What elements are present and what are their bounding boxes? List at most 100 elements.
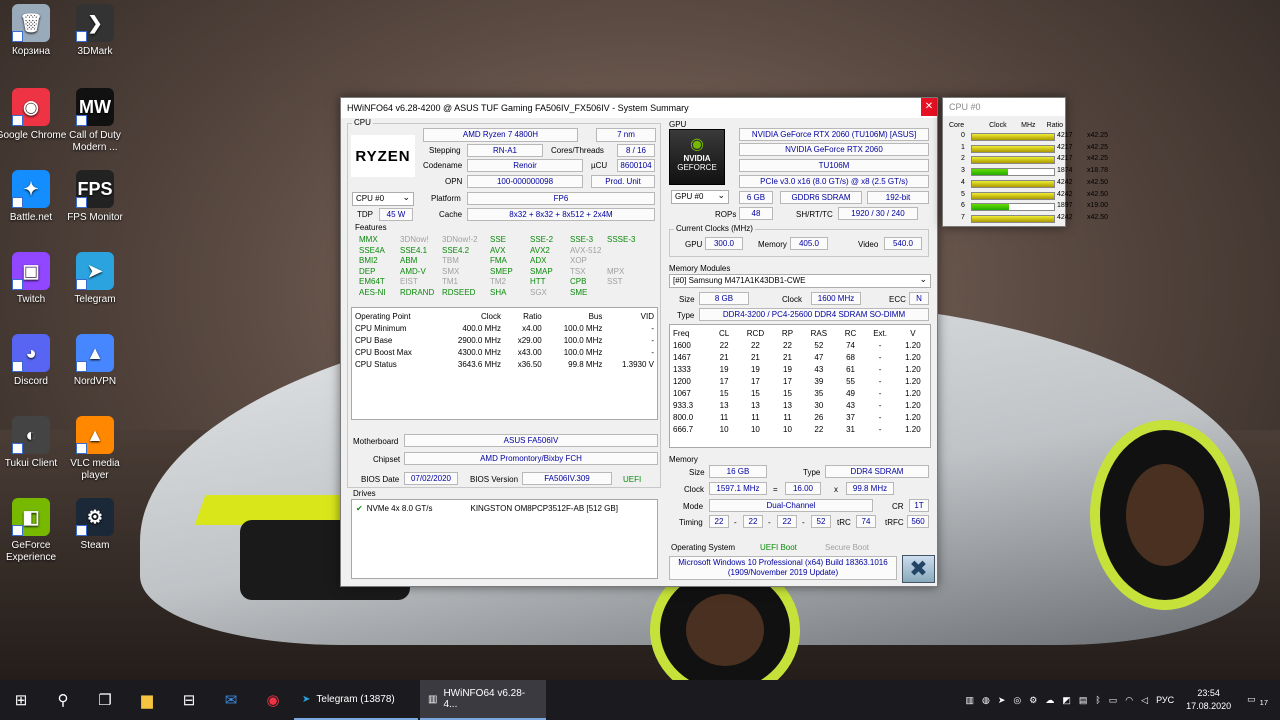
table-cell: 19 — [783, 364, 792, 374]
bluetooth-icon[interactable]: ᛒ — [1095, 695, 1100, 705]
windows-icon: ⊞ — [14, 692, 28, 709]
stepping-value: RN-A1 — [467, 144, 543, 157]
volume-icon[interactable]: ◁ — [1141, 695, 1148, 706]
table-row[interactable]: 666.7 10 10 10 22 31 - 1.20 — [670, 423, 930, 435]
cpu-feature: AES-NI — [359, 287, 386, 297]
desktop-icon[interactable]: ▲ NordVPN — [56, 334, 134, 388]
start-button[interactable]: ⊞ — [0, 680, 42, 720]
store-button[interactable]: ⊟ — [168, 680, 210, 720]
table-row[interactable]: CPU Base 2900.0 MHz x29.00 100.0 MHz - — [352, 334, 657, 346]
prod-unit: Prod. Unit — [591, 175, 655, 188]
table-cell: 43 — [846, 400, 855, 410]
mail-button[interactable]: ✉ — [210, 680, 252, 720]
module-select[interactable]: [#0] Samsung M471A1K43DB1-CWE — [669, 273, 931, 288]
cpu-feature: CPB — [570, 277, 587, 286]
wifi-icon[interactable]: ◠ — [1125, 695, 1133, 706]
tray-icon[interactable]: ⚙ — [1029, 695, 1037, 706]
desktop-icon[interactable]: FPS FPS Monitor — [56, 170, 134, 224]
cpu-feature: AMD-V — [400, 266, 426, 276]
battery-icon[interactable]: ▭ — [1109, 695, 1118, 706]
table-row[interactable]: CPU Minimum 400.0 MHz x4.00 100.0 MHz - — [352, 322, 657, 334]
desktop-icon[interactable]: ❯ 3DMark — [56, 4, 134, 58]
gpu-select[interactable]: GPU #0 — [671, 189, 729, 204]
nvidia-eye-icon: ◉ — [690, 136, 704, 153]
table-cell: 21 — [719, 352, 729, 362]
cpu-feature: AVX-512 — [570, 245, 602, 255]
notification-icon: ▭ — [1247, 693, 1256, 704]
clock[interactable]: 23:54 17.08.2020 — [1186, 687, 1231, 713]
memory-size-label: Size — [689, 468, 705, 477]
onedrive-icon[interactable]: ☁ — [1045, 695, 1054, 706]
close-button[interactable]: ✕ — [921, 98, 937, 116]
desktop-icon[interactable]: MW Call of Duty Modern ... — [56, 88, 134, 154]
timing-rcd: 22 — [743, 515, 763, 528]
gpu-vram: 6 GB — [739, 191, 773, 204]
cpu0-title-bar[interactable]: CPU #0 — [943, 98, 1065, 116]
cpu-feature: SMEP — [490, 266, 513, 276]
cpu-feature: BMI2 — [359, 256, 378, 265]
table-row[interactable]: 1067 15 15 15 35 49 - 1.20 — [670, 387, 930, 399]
chrome-button[interactable]: ◉ — [252, 680, 294, 720]
core-index: 4 — [961, 178, 965, 186]
taskbar-hwinfo[interactable]: ▥ HWiNFO64 v6.28-4... — [420, 680, 546, 720]
cpu-feature: SSE — [490, 235, 507, 244]
table-row[interactable]: 1200 17 17 17 39 55 - 1.20 — [670, 375, 930, 387]
core-header: Core — [949, 122, 965, 129]
tray-icon[interactable]: ▤ — [1079, 695, 1088, 706]
cpu-feature: TM2 — [490, 277, 506, 286]
tray-icon[interactable]: ◎ — [1013, 695, 1021, 706]
table-row[interactable]: 1333 19 19 19 43 61 - 1.20 — [670, 363, 930, 375]
drive-row[interactable]: ✔ NVMe 4x 8.0 GT/s KINGSTON OM8PCP3512F-… — [356, 504, 618, 513]
table-cell: 1.20 — [905, 376, 921, 386]
core-mhz: 4242 — [1057, 178, 1073, 186]
table-cell: 1.20 — [905, 340, 921, 350]
opn-label: OPN — [445, 177, 463, 186]
trfc-label: tRFC — [885, 518, 904, 527]
table-row[interactable]: 800.0 11 11 11 26 37 - 1.20 — [670, 411, 930, 423]
geforce-text: GEFORCE — [677, 163, 717, 172]
app-icon: ❯ — [76, 4, 114, 42]
stepping-label: Stepping — [429, 146, 461, 155]
tray-icon[interactable]: ▥ — [965, 695, 974, 706]
title-bar[interactable]: HWiNFO64 v6.28-4200 @ ASUS TUF Gaming FA… — [341, 98, 937, 118]
table-row[interactable]: CPU Status 3643.6 MHz x36.50 99.8 MHz 1.3930… — [352, 358, 657, 370]
codename-label: Codename — [423, 161, 463, 170]
tray-icon[interactable]: ◍ — [982, 695, 990, 706]
notifications-button[interactable]: ▭ 17 — [1243, 694, 1268, 707]
desktop-icon[interactable]: ➤ Telegram — [56, 252, 134, 306]
cpu-select[interactable]: CPU #0 — [352, 191, 414, 206]
memory-mult: 16.00 — [785, 482, 821, 495]
cpu-feature: SMAP — [530, 266, 553, 276]
drives-label: Drives — [353, 489, 376, 498]
cpu-feature: 3DNow!-2 — [442, 235, 478, 244]
rops-value: 48 — [739, 207, 773, 220]
cpu-feature: ABM — [400, 256, 418, 265]
video-clock-label: Video — [858, 240, 879, 249]
desktop-icon[interactable]: ▲ VLC media player — [56, 416, 134, 482]
tray-icon[interactable]: ◩ — [1062, 695, 1071, 706]
tray-icon[interactable]: ➤ — [998, 695, 1006, 706]
column-header: Operating Point — [355, 311, 411, 321]
table-row[interactable]: 1467 21 21 21 47 68 - 1.20 — [670, 351, 930, 363]
module-ecc-label: ECC — [889, 295, 906, 304]
explorer-button[interactable]: ▆ — [126, 680, 168, 720]
task-view-button[interactable]: ❐ — [84, 680, 126, 720]
taskbar-telegram[interactable]: ➤ Telegram (13878) — [294, 680, 418, 720]
column-header: RAS — [810, 328, 828, 338]
table-header-row: Operating Point Clock Ratio Bus VID — [352, 310, 657, 322]
close-summary-button[interactable]: ✖ — [902, 555, 935, 583]
desktop-icon[interactable]: ⚙ Steam — [56, 498, 134, 552]
table-cell: 61 — [846, 364, 855, 374]
window-title: HWiNFO64 v6.28-4200 @ ASUS TUF Gaming FA… — [347, 103, 689, 113]
language-indicator[interactable]: РУС — [1156, 695, 1174, 705]
search-button[interactable]: ⚲ — [42, 680, 84, 720]
column-header: RP — [781, 328, 794, 338]
table-row[interactable]: 1600 22 22 22 52 74 - 1.20 — [670, 339, 930, 351]
mhz-header: MHz — [1021, 122, 1036, 129]
table-cell: 15 — [783, 388, 792, 398]
table-cell: 47 — [814, 352, 824, 362]
table-row[interactable]: 933.3 13 13 13 30 43 - 1.20 — [670, 399, 930, 411]
module-ecc-value: N — [909, 292, 929, 305]
table-row[interactable]: CPU Boost Max 4300.0 MHz x43.00 100.0 MHz - — [352, 346, 657, 358]
cpu-process: 7 nm — [596, 128, 656, 142]
